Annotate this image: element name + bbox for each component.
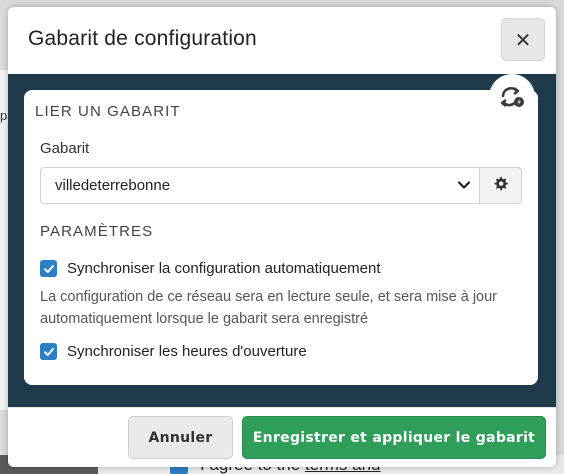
chevron-down-icon	[457, 178, 471, 196]
check-icon	[43, 264, 54, 273]
template-select-value: villedeterrebonne	[55, 177, 171, 194]
modal-footer: Annuler Enregistrer et appliquer le gaba…	[8, 407, 556, 467]
auto-sync-help-text: La configuration de ce réseau sera en le…	[40, 289, 498, 327]
save-and-apply-button[interactable]: Enregistrer et appliquer le gabarit	[242, 416, 546, 459]
template-select[interactable]: villedeterrebonne	[40, 167, 480, 204]
close-button[interactable]: ✕	[501, 18, 545, 61]
hours-sync-label: Synchroniser les heures d'ouverture	[67, 343, 307, 360]
hours-sync-option[interactable]: Synchroniser les heures d'ouverture	[40, 343, 307, 360]
close-icon: ✕	[514, 27, 532, 52]
check-icon	[43, 347, 54, 356]
template-card: LIER UN GABARIT Gabarit villedeterrebonn…	[24, 74, 538, 385]
link-template-heading: LIER UN GABARIT	[35, 103, 181, 120]
settings-heading: PARAMÈTRES	[40, 223, 154, 240]
modal-body: LIER UN GABARIT Gabarit villedeterrebonn…	[8, 74, 556, 407]
modal-title: Gabarit de configuration	[28, 27, 257, 50]
template-config-modal: Gabarit de configuration ✕ LIER UN GABAR…	[8, 7, 556, 467]
hours-sync-checkbox[interactable]	[40, 343, 57, 360]
modal-header: Gabarit de configuration ✕	[8, 7, 556, 74]
auto-sync-label: Synchroniser la configuration automatiqu…	[67, 260, 381, 277]
gear-icon	[493, 176, 508, 195]
sync-icon	[489, 74, 535, 120]
auto-sync-option[interactable]: Synchroniser la configuration automatiqu…	[40, 260, 381, 277]
cancel-button[interactable]: Annuler	[128, 416, 233, 459]
auto-sync-checkbox[interactable]	[40, 260, 57, 277]
template-settings-button[interactable]	[480, 167, 522, 204]
template-select-group: villedeterrebonne	[40, 167, 522, 204]
template-field-label: Gabarit	[40, 140, 90, 157]
